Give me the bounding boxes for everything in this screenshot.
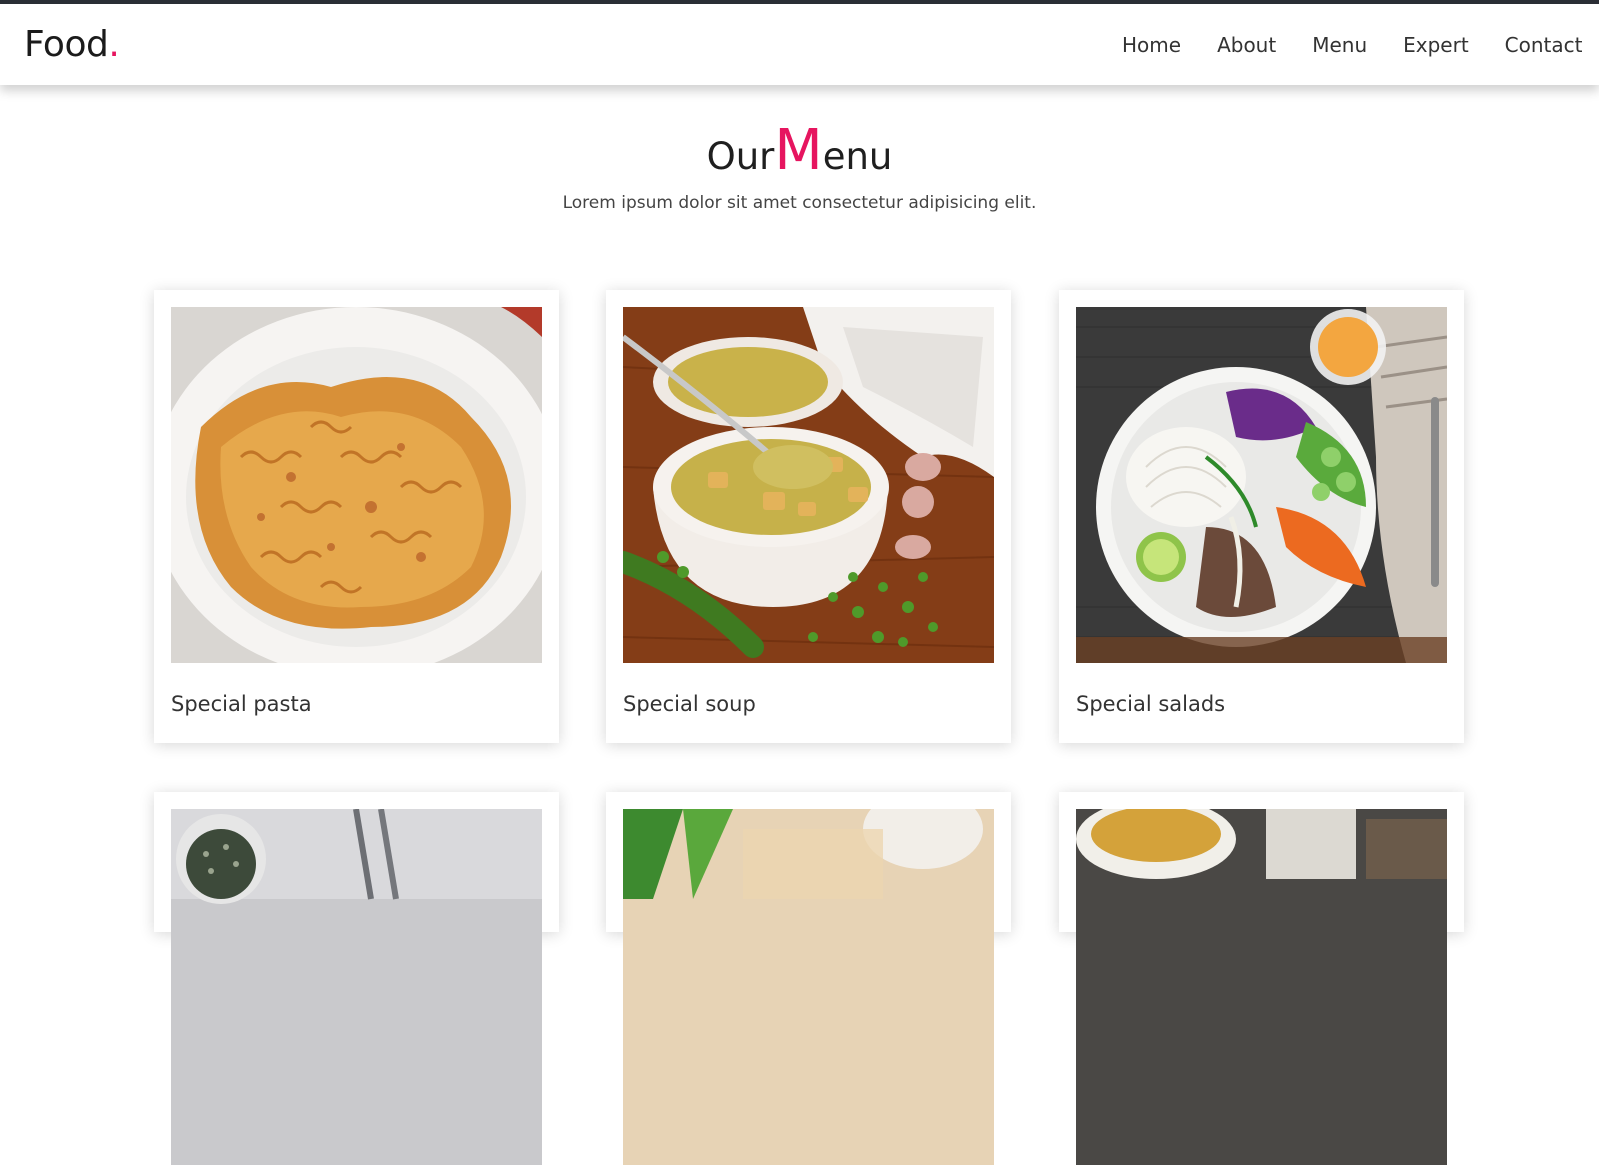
title-start: Our: [706, 135, 775, 178]
soup-image: [623, 307, 994, 663]
menu-card-caption: Special soup: [623, 692, 756, 716]
menu-card-image: [1076, 809, 1447, 1165]
navbar: Food. Home About Menu Expert Contact: [0, 4, 1599, 85]
menu-card-pasta[interactable]: Special pasta: [154, 290, 559, 743]
nav-about[interactable]: About: [1217, 33, 1276, 57]
menu-card[interactable]: [1059, 792, 1464, 1165]
nav-home[interactable]: Home: [1122, 33, 1181, 57]
nav-contact[interactable]: Contact: [1505, 33, 1583, 57]
title-end: enu: [822, 135, 893, 178]
salads-image: [1076, 307, 1447, 663]
pasta-image: [171, 307, 542, 663]
menu-card-caption: Special pasta: [171, 692, 312, 716]
section-subtitle: Lorem ipsum dolor sit amet consectetur a…: [562, 193, 1037, 213]
menu-card[interactable]: [154, 792, 559, 1165]
menu-card-salads[interactable]: Special salads: [1059, 290, 1464, 743]
menu-card-caption: Special salads: [1076, 692, 1226, 716]
menu-card-image: [623, 809, 994, 1165]
main-nav: Home About Menu Expert Contact: [1122, 33, 1582, 57]
title-accent: M: [774, 118, 823, 183]
logo-dot: .: [108, 24, 120, 65]
nav-expert[interactable]: Expert: [1403, 33, 1469, 57]
menu-card-soup[interactable]: Special soup: [606, 290, 1011, 743]
logo-text: Food: [24, 24, 109, 65]
menu-card[interactable]: [606, 792, 1011, 1165]
site-logo[interactable]: Food.: [24, 24, 120, 65]
menu-card-image: [171, 809, 542, 1165]
nav-menu[interactable]: Menu: [1312, 33, 1367, 57]
section-title: OurMenu: [0, 118, 1599, 183]
